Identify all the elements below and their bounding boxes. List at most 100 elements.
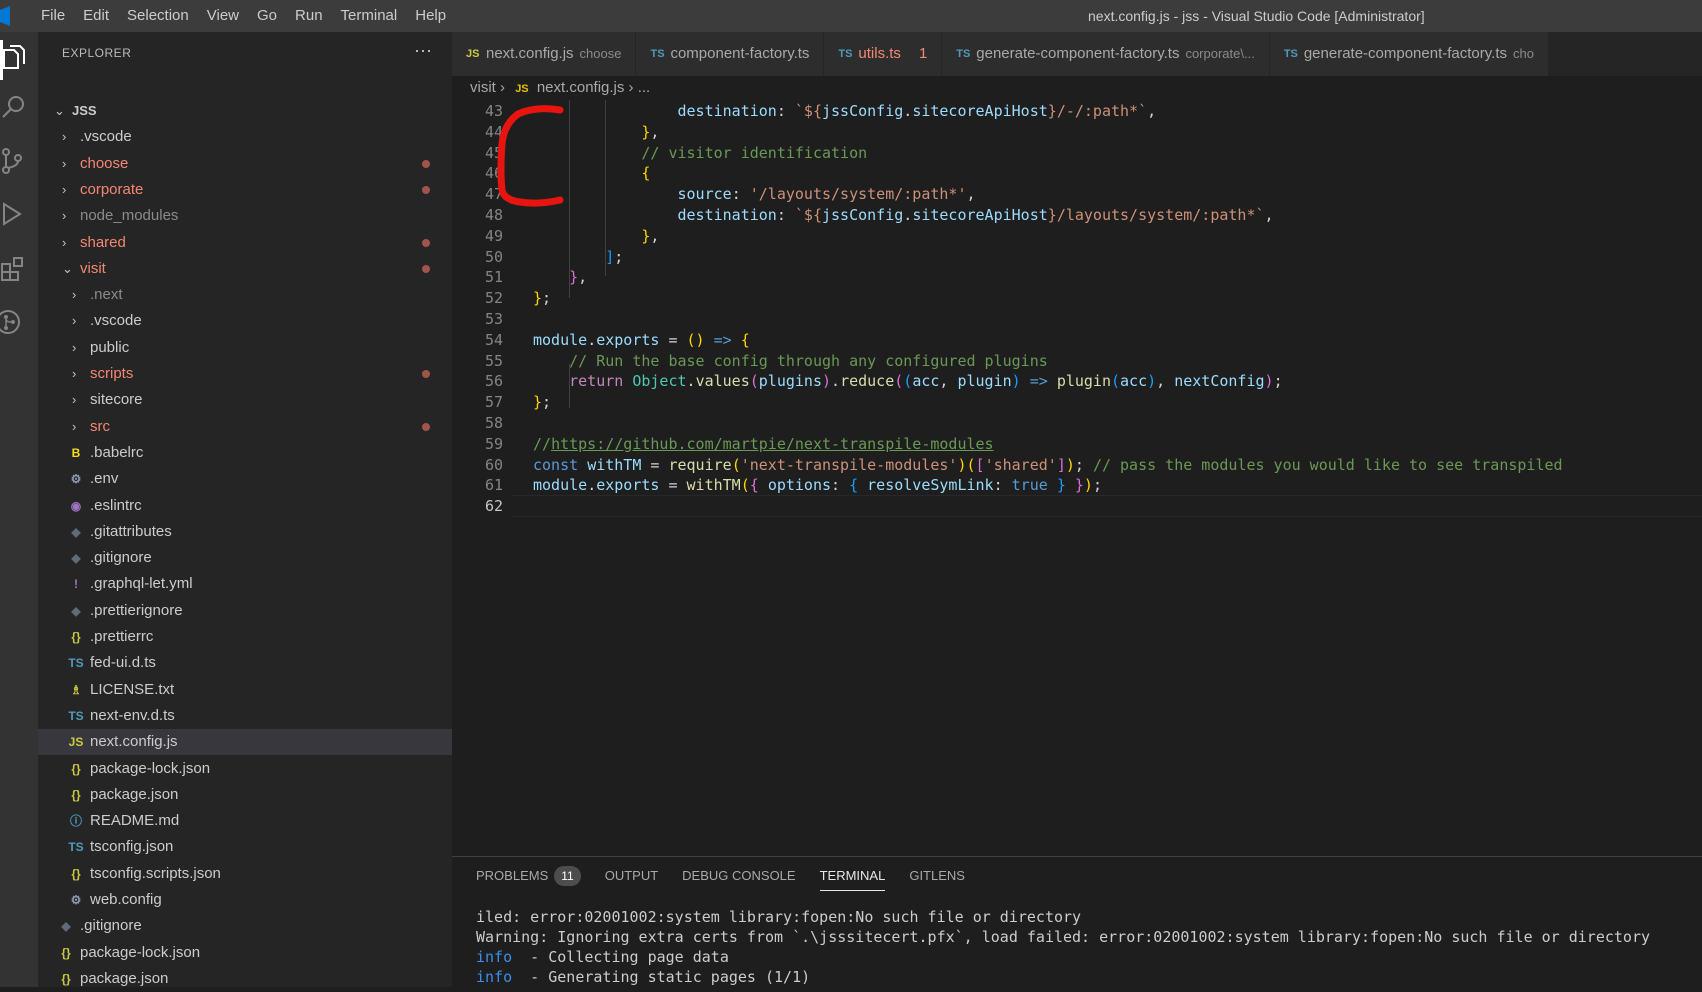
code-token: `${ <box>794 206 822 224</box>
tree-item[interactable]: {} tsconfig.scripts.json <box>38 861 452 887</box>
tree-item[interactable]: {} package.json <box>38 966 452 992</box>
chevron-right-icon[interactable]: › <box>62 230 74 256</box>
tree-item[interactable]: ◉ .eslintrc <box>38 493 452 519</box>
code-line[interactable]: 60 const withTM = require('next-transpile… <box>452 454 1702 476</box>
tree-item[interactable]: TS tsconfig.json <box>38 834 452 860</box>
code-line[interactable]: 46 { <box>452 162 1702 184</box>
code-line[interactable]: 50 ]; <box>452 246 1702 268</box>
tree-item[interactable]: › node_modules <box>38 203 452 229</box>
chevron-right-icon[interactable]: › <box>72 282 84 308</box>
code-line[interactable]: 44 }, <box>452 121 1702 143</box>
tree-item[interactable]: ⌄ JSS <box>38 98 452 124</box>
code-line[interactable]: 59 //https://github.com/martpie/next-tran… <box>452 433 1702 455</box>
code-line[interactable]: 45 // visitor identification <box>452 142 1702 164</box>
search-icon[interactable] <box>0 92 30 122</box>
tree-item[interactable]: › .vscode <box>38 124 452 150</box>
code-line[interactable]: 55 // Run the base config through any co… <box>452 350 1702 372</box>
code-line[interactable]: 43 destination: `${jssConfig.sitecoreApi… <box>452 100 1702 122</box>
editor-tab[interactable]: TS component-factory.ts <box>636 32 825 76</box>
breadcrumb-symbol[interactable]: ... <box>638 79 651 96</box>
menu-file[interactable]: File <box>32 0 74 32</box>
tree-item[interactable]: › shared <box>38 230 452 256</box>
menu-view[interactable]: View <box>198 0 248 32</box>
code-line[interactable]: 48 destination: `${jssConfig.sitecoreApi… <box>452 204 1702 226</box>
tree-item[interactable]: B .babelrc <box>38 440 452 466</box>
tree-item[interactable]: {} package.json <box>38 782 452 808</box>
tree-item[interactable]: › sitecore <box>38 387 452 413</box>
editor-tab[interactable]: JS next.config.js choose <box>452 32 637 76</box>
tree-item[interactable]: › scripts <box>38 361 452 387</box>
tree-item[interactable]: › choose <box>38 151 452 177</box>
tree-item[interactable]: ⌄ visit <box>38 256 452 282</box>
extensions-icon[interactable] <box>0 254 30 284</box>
chevron-right-icon[interactable]: › <box>72 387 84 413</box>
editor-tab[interactable]: TS generate-component-factory.ts cho <box>1269 32 1549 76</box>
tree-item[interactable]: › corporate <box>38 177 452 203</box>
code-token: ) <box>957 455 967 474</box>
tree-item[interactable]: ⚙ web.config <box>38 887 452 913</box>
chevron-right-icon[interactable]: › <box>62 124 74 150</box>
chevron-right-icon[interactable]: › <box>62 151 74 177</box>
code-line[interactable]: 51 }, <box>452 266 1702 288</box>
code-line[interactable]: 57}; <box>452 391 1702 413</box>
vscode-logo-icon[interactable] <box>0 6 10 26</box>
menu-selection[interactable]: Selection <box>118 0 198 32</box>
tree-item[interactable]: ◆ .gitignore <box>38 545 452 571</box>
chevron-down-icon[interactable]: ⌄ <box>62 256 74 282</box>
chevron-right-icon[interactable]: › <box>72 335 84 361</box>
code-token: , <box>650 226 660 245</box>
tree-item[interactable]: JS next.config.js <box>38 729 452 756</box>
code-line[interactable]: 61 module.exports = withTM({ options: { r… <box>452 474 1702 496</box>
code-editor[interactable]: 43 destination: `${jssConfig.sitecoreApi… <box>452 100 1702 856</box>
breadcrumb-folder[interactable]: visit <box>470 79 496 96</box>
tree-item[interactable]: ! .graphql-let.yml <box>38 571 452 597</box>
tree-item[interactable]: ◆ .gitignore <box>38 913 452 939</box>
chevron-right-icon[interactable]: › <box>62 177 74 203</box>
menu-edit[interactable]: Edit <box>74 0 118 32</box>
menu-terminal[interactable]: Terminal <box>332 0 407 32</box>
chevron-right-icon[interactable]: › <box>72 414 84 440</box>
tree-item[interactable]: › src <box>38 414 452 440</box>
source-control-icon[interactable] <box>0 146 30 176</box>
tree-item[interactable]: {} package-lock.json <box>38 940 452 966</box>
chevron-right-icon[interactable]: › <box>72 361 84 387</box>
run-debug-icon[interactable] <box>0 200 30 230</box>
code-line[interactable]: 49 }, <box>452 225 1702 247</box>
editor-tab[interactable]: TS utils.ts 1 <box>824 32 943 76</box>
chevron-right-icon[interactable]: › <box>62 203 74 229</box>
tree-item[interactable]: {} package-lock.json <box>38 756 452 782</box>
menu-run[interactable]: Run <box>286 0 332 32</box>
explorer-icon[interactable] <box>0 44 30 74</box>
code-line[interactable]: 47 source: '/layouts/system/:path*', <box>452 183 1702 205</box>
code-line[interactable]: 56 return Object.values(plugins).reduce(… <box>452 370 1702 392</box>
code-line[interactable]: 58 <box>452 412 1702 434</box>
menu-help[interactable]: Help <box>406 0 455 32</box>
panel-tab[interactable]: TERMINAL <box>819 857 885 895</box>
tree-item[interactable]: TS fed-ui.d.ts <box>38 650 452 676</box>
tree-item[interactable]: {} .prettierrc <box>38 624 452 650</box>
tree-item[interactable]: › .next <box>38 282 452 308</box>
tree-item[interactable]: ◆ .gitattributes <box>38 519 452 545</box>
gitlens-icon[interactable] <box>0 308 30 338</box>
code-line[interactable]: 52}; <box>452 287 1702 309</box>
code-line[interactable]: 53 <box>452 308 1702 330</box>
breadcrumb-file[interactable]: next.config.js <box>537 79 625 96</box>
more-actions-icon[interactable]: ··· <box>414 40 432 61</box>
code-line[interactable]: 54 module.exports = () => { <box>452 329 1702 351</box>
tree-item[interactable]: ◆ .prettierignore <box>38 598 452 624</box>
tree-item[interactable]: › public <box>38 335 452 361</box>
editor-tab[interactable]: TS generate-component-factory.ts corporate… <box>942 32 1270 76</box>
chevron-down-icon[interactable]: ⌄ <box>54 98 66 124</box>
chevron-right-icon[interactable]: › <box>72 308 84 334</box>
tree-item[interactable]: ⚙ .env <box>38 466 452 492</box>
tree-item[interactable]: ⓘ README.md <box>38 808 452 834</box>
code-line[interactable]: 62 <box>452 495 1702 517</box>
panel-tab[interactable]: DEBUG CONSOLE <box>682 857 795 895</box>
panel-tab[interactable]: OUTPUT <box>605 857 658 895</box>
tree-item[interactable]: TS next-env.d.ts <box>38 703 452 729</box>
panel-tab[interactable]: GITLENS <box>909 857 965 895</box>
menu-go[interactable]: Go <box>248 0 286 32</box>
panel-tab[interactable]: PROBLEMS 11 <box>476 857 581 895</box>
tree-item[interactable]: ♗ LICENSE.txt <box>38 677 452 703</box>
tree-item[interactable]: › .vscode <box>38 308 452 334</box>
